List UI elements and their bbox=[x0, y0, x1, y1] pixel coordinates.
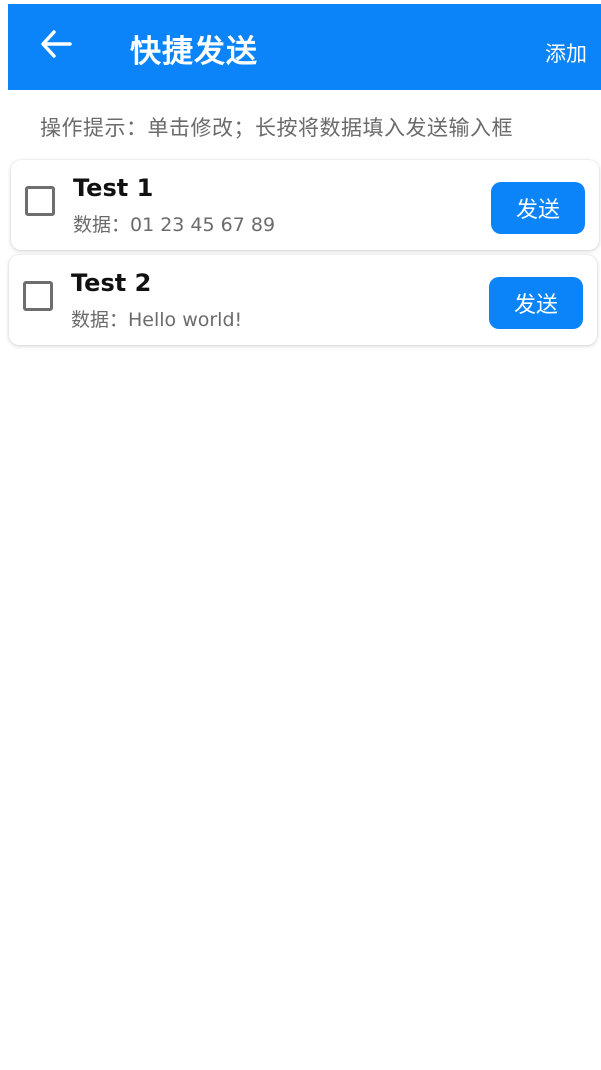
add-button[interactable]: 添加 bbox=[545, 38, 587, 68]
operation-hint: 操作提示：单击修改；长按将数据填入发送输入框 bbox=[40, 116, 513, 140]
back-button[interactable] bbox=[34, 22, 78, 66]
item-title: Test 1 bbox=[73, 174, 154, 202]
item-data: 数据：Hello world! bbox=[71, 309, 243, 331]
arrow-left-icon bbox=[41, 30, 72, 58]
quick-send-page: 快捷发送 添加 操作提示：单击修改；长按将数据填入发送输入框 Test 1 数据… bbox=[0, 0, 601, 1070]
send-button[interactable]: 发送 bbox=[489, 277, 583, 329]
item-title: Test 2 bbox=[71, 269, 152, 297]
item-checkbox[interactable] bbox=[25, 186, 55, 216]
app-bar: 快捷发送 添加 bbox=[8, 4, 601, 90]
item-checkbox[interactable] bbox=[23, 281, 53, 311]
list-item[interactable]: Test 2 数据：Hello world! 发送 bbox=[9, 255, 597, 345]
item-data: 数据：01 23 45 67 89 bbox=[73, 214, 276, 236]
page-title: 快捷发送 bbox=[130, 34, 258, 70]
send-button[interactable]: 发送 bbox=[491, 182, 585, 234]
list-item[interactable]: Test 1 数据：01 23 45 67 89 发送 bbox=[11, 160, 599, 250]
